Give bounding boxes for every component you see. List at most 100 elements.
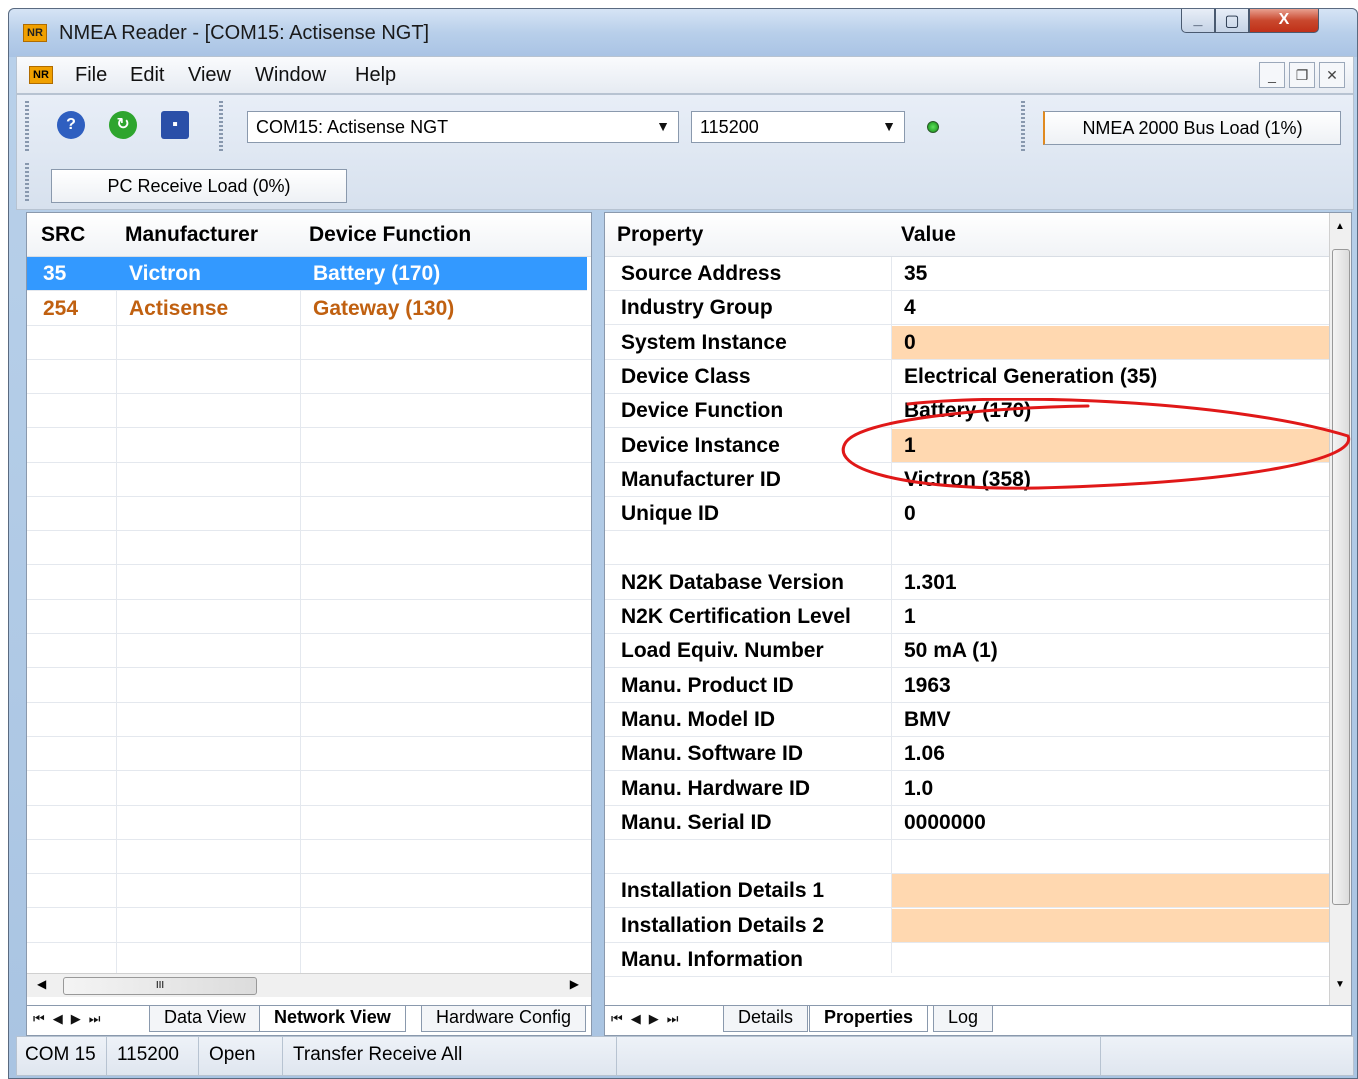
table-row[interactable]: Load Equiv. Number 50 mA (1) xyxy=(605,634,1329,669)
table-row[interactable]: Manu. Software ID 1.06 xyxy=(605,737,1329,772)
save-icon[interactable]: ▪ xyxy=(161,111,189,139)
toolbar-grip[interactable] xyxy=(1021,101,1025,153)
table-row[interactable]: Installation Details 1 xyxy=(605,874,1329,909)
baud-select-value: 115200 xyxy=(700,117,759,137)
menu-bar: NR File Edit View Window Help _ ❐ ✕ xyxy=(16,56,1354,94)
menu-window[interactable]: Window xyxy=(255,64,326,87)
menu-file[interactable]: File xyxy=(75,64,107,87)
column-header-property[interactable]: Property xyxy=(617,223,703,247)
scroll-left-icon[interactable]: ◀ xyxy=(37,977,46,991)
toolbar-grip[interactable] xyxy=(219,101,223,153)
scroll-right-icon[interactable]: ▶ xyxy=(570,977,579,991)
property-name: Device Class xyxy=(621,364,751,388)
empty-table-row xyxy=(27,497,591,532)
child-window-icon[interactable]: NR xyxy=(29,66,53,84)
menu-help[interactable]: Help xyxy=(355,64,396,87)
property-value: 1.06 xyxy=(904,742,945,766)
scrollbar-thumb[interactable]: III xyxy=(63,977,257,995)
app-logo-icon: NR xyxy=(23,24,47,42)
table-row[interactable]: 35 Victron Battery (170) xyxy=(27,257,587,291)
property-name: Manu. Software ID xyxy=(621,742,804,766)
toolbar-grip[interactable] xyxy=(25,163,29,203)
title-bar[interactable]: NR NMEA Reader - [COM15: Actisense NGT] … xyxy=(9,9,1357,57)
tab-data-view[interactable]: Data View xyxy=(149,1006,261,1032)
status-baud: 115200 xyxy=(107,1037,199,1075)
properties-pane: Property Value Source Address 35 Industry … xyxy=(604,212,1352,1036)
empty-table-row xyxy=(27,943,591,977)
empty-table-row xyxy=(27,600,591,634)
scroll-down-icon[interactable]: ▼ xyxy=(1335,979,1345,990)
port-select-value: COM15: Actisense NGT xyxy=(256,117,449,137)
empty-table-row xyxy=(27,669,591,703)
pc-receive-load-indicator: PC Receive Load (0%) xyxy=(51,169,347,203)
column-header-device-function[interactable]: Device Function xyxy=(309,223,471,247)
empty-table-row xyxy=(27,360,591,394)
close-icon: X xyxy=(1278,11,1290,28)
horizontal-scrollbar[interactable]: ◀ III ▶ xyxy=(27,973,591,997)
table-row[interactable]: 254 Actisense Gateway (130) xyxy=(27,292,591,326)
table-row[interactable]: Manu. Model ID BMV xyxy=(605,703,1329,737)
baud-select[interactable]: 115200 ▼ xyxy=(691,111,905,143)
property-name: Manu. Serial ID xyxy=(621,810,772,834)
table-row[interactable]: Industry Group 4 xyxy=(605,291,1329,326)
property-value: 0 xyxy=(904,502,916,526)
property-value: Electrical Generation (35) xyxy=(904,364,1158,388)
table-row[interactable]: System Instance 0 xyxy=(605,325,1329,360)
tab-log[interactable]: Log xyxy=(933,1006,994,1032)
tab-hardware-config[interactable]: Hardware Config xyxy=(421,1006,587,1032)
tab-nav-arrows-icon[interactable]: ⏮◀▶⏭ xyxy=(611,1011,686,1027)
column-header-manufacturer[interactable]: Manufacturer xyxy=(125,223,258,247)
empty-table-row xyxy=(27,772,591,806)
column-header-value[interactable]: Value xyxy=(901,223,956,247)
empty-table-row xyxy=(27,531,591,566)
empty-table-row xyxy=(27,634,591,669)
tab-network-view[interactable]: Network View xyxy=(259,1006,406,1032)
maximize-button[interactable]: ▢ xyxy=(1215,9,1249,33)
property-name: Device Instance xyxy=(621,433,780,457)
empty-table-row xyxy=(27,840,591,875)
table-row[interactable]: Manu. Serial ID 0000000 xyxy=(605,806,1329,840)
scrollbar-thumb[interactable] xyxy=(1332,249,1350,905)
menu-edit[interactable]: Edit xyxy=(130,64,164,87)
property-value: 1.0 xyxy=(904,776,934,800)
table-row[interactable]: Source Address 35 xyxy=(605,257,1329,291)
table-row[interactable]: Installation Details 2 xyxy=(605,908,1329,943)
menu-view[interactable]: View xyxy=(188,64,231,87)
status-led-icon xyxy=(927,121,939,133)
empty-table-row xyxy=(27,806,591,840)
property-value[interactable]: 0 xyxy=(904,331,916,355)
port-select[interactable]: COM15: Actisense NGT ▼ xyxy=(247,111,679,143)
vertical-scrollbar[interactable]: ▲ ▼ xyxy=(1329,213,1351,1035)
tab-details[interactable]: Details xyxy=(723,1006,809,1032)
table-row[interactable]: Unique ID 0 xyxy=(605,497,1329,532)
scroll-up-icon[interactable]: ▲ xyxy=(1335,221,1345,232)
annotation-ellipse xyxy=(841,398,1351,490)
refresh-icon[interactable]: ↻ xyxy=(109,111,137,139)
table-row[interactable] xyxy=(605,840,1329,875)
tab-properties[interactable]: Properties xyxy=(809,1006,929,1032)
help-icon[interactable]: ? xyxy=(57,111,85,139)
table-row[interactable] xyxy=(605,531,1329,566)
property-name: Unique ID xyxy=(621,502,719,526)
property-name: Manu. Model ID xyxy=(621,707,775,731)
table-row[interactable]: Manu. Hardware ID 1.0 xyxy=(605,772,1329,806)
mdi-close-button[interactable]: ✕ xyxy=(1319,62,1345,88)
close-button[interactable]: X xyxy=(1249,9,1319,33)
mdi-restore-button[interactable]: ❐ xyxy=(1289,62,1315,88)
tab-nav-arrows-icon[interactable]: ⏮◀▶⏭ xyxy=(33,1011,108,1027)
minimize-button[interactable]: _ xyxy=(1181,9,1215,33)
table-row[interactable]: Manu. Information xyxy=(605,943,1329,977)
column-header-src[interactable]: SRC xyxy=(41,223,85,247)
empty-table-row xyxy=(27,703,591,737)
table-row[interactable]: Manu. Product ID 1963 xyxy=(605,669,1329,703)
table-row[interactable]: N2K Database Version 1.301 xyxy=(605,566,1329,600)
property-name: N2K Certification Level xyxy=(621,605,851,628)
table-row[interactable]: N2K Certification Level 1 xyxy=(605,600,1329,634)
mdi-minimize-button[interactable]: _ xyxy=(1259,62,1285,88)
status-port: COM 15 xyxy=(17,1037,107,1075)
property-value: 1.301 xyxy=(904,570,957,594)
toolbar-grip[interactable] xyxy=(25,101,29,153)
table-row[interactable]: Device Class Electrical Generation (35) xyxy=(605,360,1329,394)
empty-table-row xyxy=(27,737,591,772)
property-name: Installation Details 2 xyxy=(621,913,825,937)
